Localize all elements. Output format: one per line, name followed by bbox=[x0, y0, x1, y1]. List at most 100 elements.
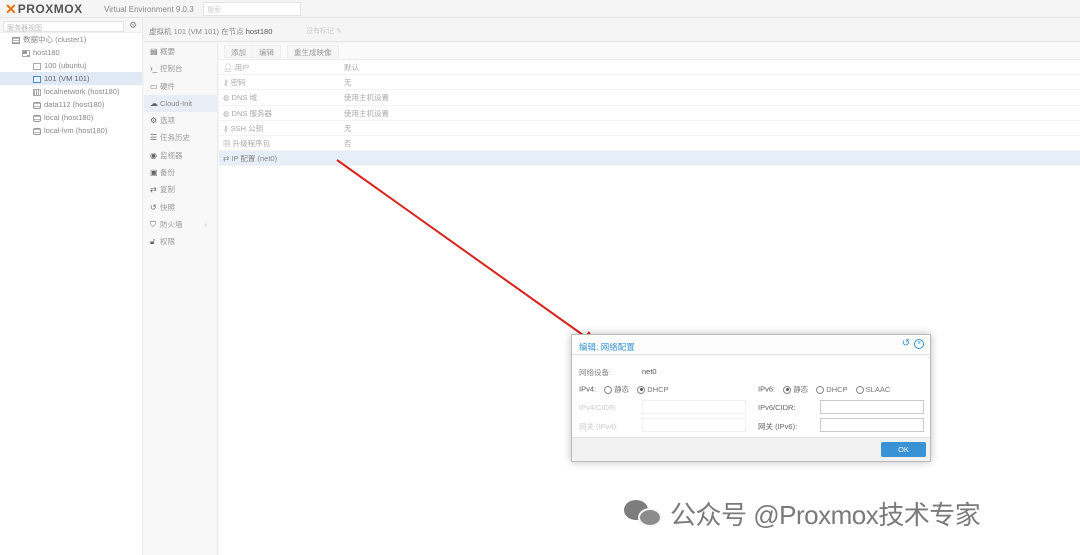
ipv4-cidr-label: IPv4/CIDR: bbox=[579, 403, 617, 412]
tree-item-local[interactable]: local (host180) bbox=[0, 111, 142, 124]
list-icon: ☰ bbox=[150, 133, 158, 143]
user-icon: 👤︎ bbox=[223, 63, 233, 72]
ipv6-static-radio[interactable] bbox=[783, 385, 792, 394]
floppy-icon: ▣ bbox=[150, 168, 158, 178]
network-icon bbox=[33, 88, 41, 96]
menu-backup[interactable]: ▣ 备份 bbox=[144, 164, 217, 181]
eye-icon: ◉ bbox=[150, 150, 157, 160]
gear-icon: ⚙ bbox=[150, 116, 158, 126]
tree-item-localnetwork[interactable]: localnetwork (host180) bbox=[0, 85, 142, 98]
prop-row-dns-servers[interactable]: ◍ DNS 服务器 使用主机设置 bbox=[219, 106, 1080, 121]
globe-icon: ◍ bbox=[223, 108, 230, 118]
toolbar: 添加 编辑 重生成映像 bbox=[219, 43, 1080, 60]
exchange-icon: ⇄ bbox=[223, 154, 230, 164]
network-config-dialog: 编辑: 网络配置 ↺ × 网络设备: net0 IPv4: 静态 DHCP IP… bbox=[571, 334, 931, 462]
menu-replication[interactable]: ⇄ 复制 bbox=[144, 181, 217, 198]
menu-permissions[interactable]: 🔓︎ 权限 bbox=[144, 233, 217, 250]
resource-tree: 服务器视图 ⚙ 数据中心 (cluster1) host180 100 (ubu… bbox=[0, 19, 143, 555]
monitor-icon: ▭ bbox=[150, 81, 158, 91]
gear-icon[interactable]: ⚙ bbox=[129, 20, 137, 31]
gateway4-input[interactable] bbox=[642, 418, 746, 432]
retweet-icon: ⇄ bbox=[150, 185, 157, 195]
proxmox-logo: ✕ PROXMOX bbox=[5, 2, 83, 16]
tree-item-vm-100[interactable]: 100 (ubuntu) bbox=[0, 59, 142, 72]
unlock-icon: 🔓︎ bbox=[150, 237, 156, 247]
shield-icon: ⛉ bbox=[150, 219, 156, 229]
wechat-icon bbox=[624, 499, 662, 528]
menu-firewall[interactable]: ⛉ 防火墙 › bbox=[144, 216, 217, 233]
prop-row-dns-domain[interactable]: ◍ DNS 域 使用主机设置 bbox=[219, 90, 1080, 106]
regenerate-image-button[interactable]: 重生成映像 bbox=[287, 45, 339, 58]
ipv6-cidr-label: IPv6/CIDR: bbox=[758, 403, 796, 412]
menu-cloud-init[interactable]: ☁ Cloud-Init bbox=[144, 94, 217, 113]
prop-row-password[interactable]: ⚷ 密码 无 bbox=[219, 75, 1080, 91]
menu-console[interactable]: ›_ 控制台 bbox=[144, 60, 217, 77]
storage-icon bbox=[33, 101, 41, 109]
menu-summary[interactable]: ▤ 概要 bbox=[144, 43, 217, 60]
dialog-header: 编辑: 网络配置 ↺ × bbox=[572, 335, 930, 355]
close-icon[interactable]: × bbox=[914, 339, 924, 349]
watermark-text: 公众号 @Proxmox技术专家 bbox=[670, 500, 981, 530]
gateway4-label: 网关 (IPv4): bbox=[579, 422, 619, 431]
pencil-icon: ✎ bbox=[335, 28, 342, 35]
ipv4-dhcp-radio[interactable] bbox=[637, 385, 646, 394]
dialog-title: 编辑: 网络配置 bbox=[579, 342, 635, 352]
ipv6-cidr-input[interactable] bbox=[820, 400, 924, 414]
ok-button[interactable]: OK bbox=[881, 442, 926, 457]
content-header: 虚拟机 101 (VM 101) 在节点 host180 没有标记 ✎ bbox=[144, 19, 1080, 42]
prop-row-user[interactable]: 👤︎ 用户 默认 bbox=[219, 60, 1080, 76]
cloud-icon: ☁ bbox=[150, 98, 158, 108]
datacenter-icon bbox=[12, 36, 20, 44]
ipv4-static-radio[interactable] bbox=[604, 385, 613, 394]
tree-item-local-lvm[interactable]: local-lvm (host180) bbox=[0, 124, 142, 137]
prop-row-ip-config[interactable]: ⇄ IP 配置 (net0) bbox=[219, 151, 1080, 167]
key-icon: ⚷ bbox=[223, 123, 229, 133]
cloud-init-panel: 添加 编辑 重生成映像 👤︎ 用户 默认 ⚷ 密码 无 ◍ DNS 域 使用主机… bbox=[219, 43, 1080, 555]
package-icon: ▦ bbox=[223, 138, 231, 148]
menu-monitor[interactable]: ◉ 监视器 bbox=[144, 147, 217, 164]
history-icon: ↺ bbox=[150, 202, 157, 212]
ipv4-cidr-input[interactable] bbox=[642, 400, 746, 414]
ipv6-row: IPv6: 静态 DHCP SLAAC bbox=[758, 384, 891, 394]
ipv6-slaac-radio[interactable] bbox=[855, 385, 864, 394]
ipv6-dhcp-radio[interactable] bbox=[816, 385, 825, 394]
chevron-right-icon: › bbox=[204, 219, 208, 229]
menu-options[interactable]: ⚙ 选项 bbox=[144, 112, 217, 129]
prop-row-upgrade-packages[interactable]: ▦ 升级程序包 否 bbox=[219, 136, 1080, 152]
tags-edit[interactable]: 没有标记 ✎ bbox=[306, 26, 342, 36]
prop-row-ssh-keys[interactable]: ⚷ SSH 公钥 无 bbox=[219, 121, 1080, 136]
tree-item-vm-101[interactable]: 101 (VM 101) bbox=[0, 72, 142, 85]
tree-item-data112[interactable]: data112 (host180) bbox=[0, 98, 142, 111]
ipv4-row: IPv4: 静态 DHCP bbox=[579, 384, 669, 394]
menu-snapshots[interactable]: ↺ 快照 bbox=[144, 199, 217, 216]
search-input[interactable]: 搜索 bbox=[203, 2, 301, 16]
key-icon: ⚷ bbox=[223, 78, 229, 88]
menu-task-history[interactable]: ☰ 任务历史 bbox=[144, 129, 217, 146]
logo-text: PROXMOX bbox=[17, 2, 83, 16]
device-label: 网络设备: bbox=[579, 368, 612, 377]
tree-item-node[interactable]: host180 bbox=[0, 46, 142, 59]
dialog-body: 网络设备: net0 IPv4: 静态 DHCP IPv4/CIDR: 网关 (… bbox=[572, 355, 930, 438]
edit-button[interactable]: 编辑 bbox=[252, 45, 281, 58]
terminal-icon: ›_ bbox=[150, 64, 158, 74]
add-button[interactable]: 添加 bbox=[224, 45, 253, 58]
vm-icon bbox=[33, 62, 41, 70]
wechat-watermark: 公众号 @Proxmox技术专家 bbox=[624, 495, 981, 532]
product-version: Virtual Environment 9.0.3 bbox=[104, 5, 194, 14]
menu-hardware[interactable]: ▭ 硬件 bbox=[144, 78, 217, 95]
proxmox-x-icon: ✕ bbox=[5, 1, 17, 17]
server-icon bbox=[22, 49, 30, 57]
view-select[interactable]: 服务器视图 bbox=[3, 21, 124, 32]
tree-item-datacenter[interactable]: 数据中心 (cluster1) bbox=[0, 33, 142, 46]
tree-header: 服务器视图 ⚙ bbox=[0, 19, 142, 33]
device-value: net0 bbox=[642, 367, 657, 376]
gateway6-input[interactable] bbox=[820, 418, 924, 432]
page-title: 虚拟机 101 (VM 101) 在节点 host180 bbox=[149, 27, 273, 36]
globe-icon: ◍ bbox=[223, 93, 230, 103]
reset-icon[interactable]: ↺ bbox=[901, 339, 911, 349]
book-icon: ▤ bbox=[150, 47, 158, 56]
vm-menu: ▤ 概要 ›_ 控制台 ▭ 硬件 ☁ Cloud-Init ⚙ 选项 ☰ 任务历史 ◉ 监视器… bbox=[144, 43, 218, 555]
gateway6-label: 网关 (IPv6): bbox=[758, 422, 798, 431]
storage-icon bbox=[33, 127, 41, 135]
top-bar: ✕ PROXMOX Virtual Environment 9.0.3 搜索 bbox=[0, 0, 1080, 18]
